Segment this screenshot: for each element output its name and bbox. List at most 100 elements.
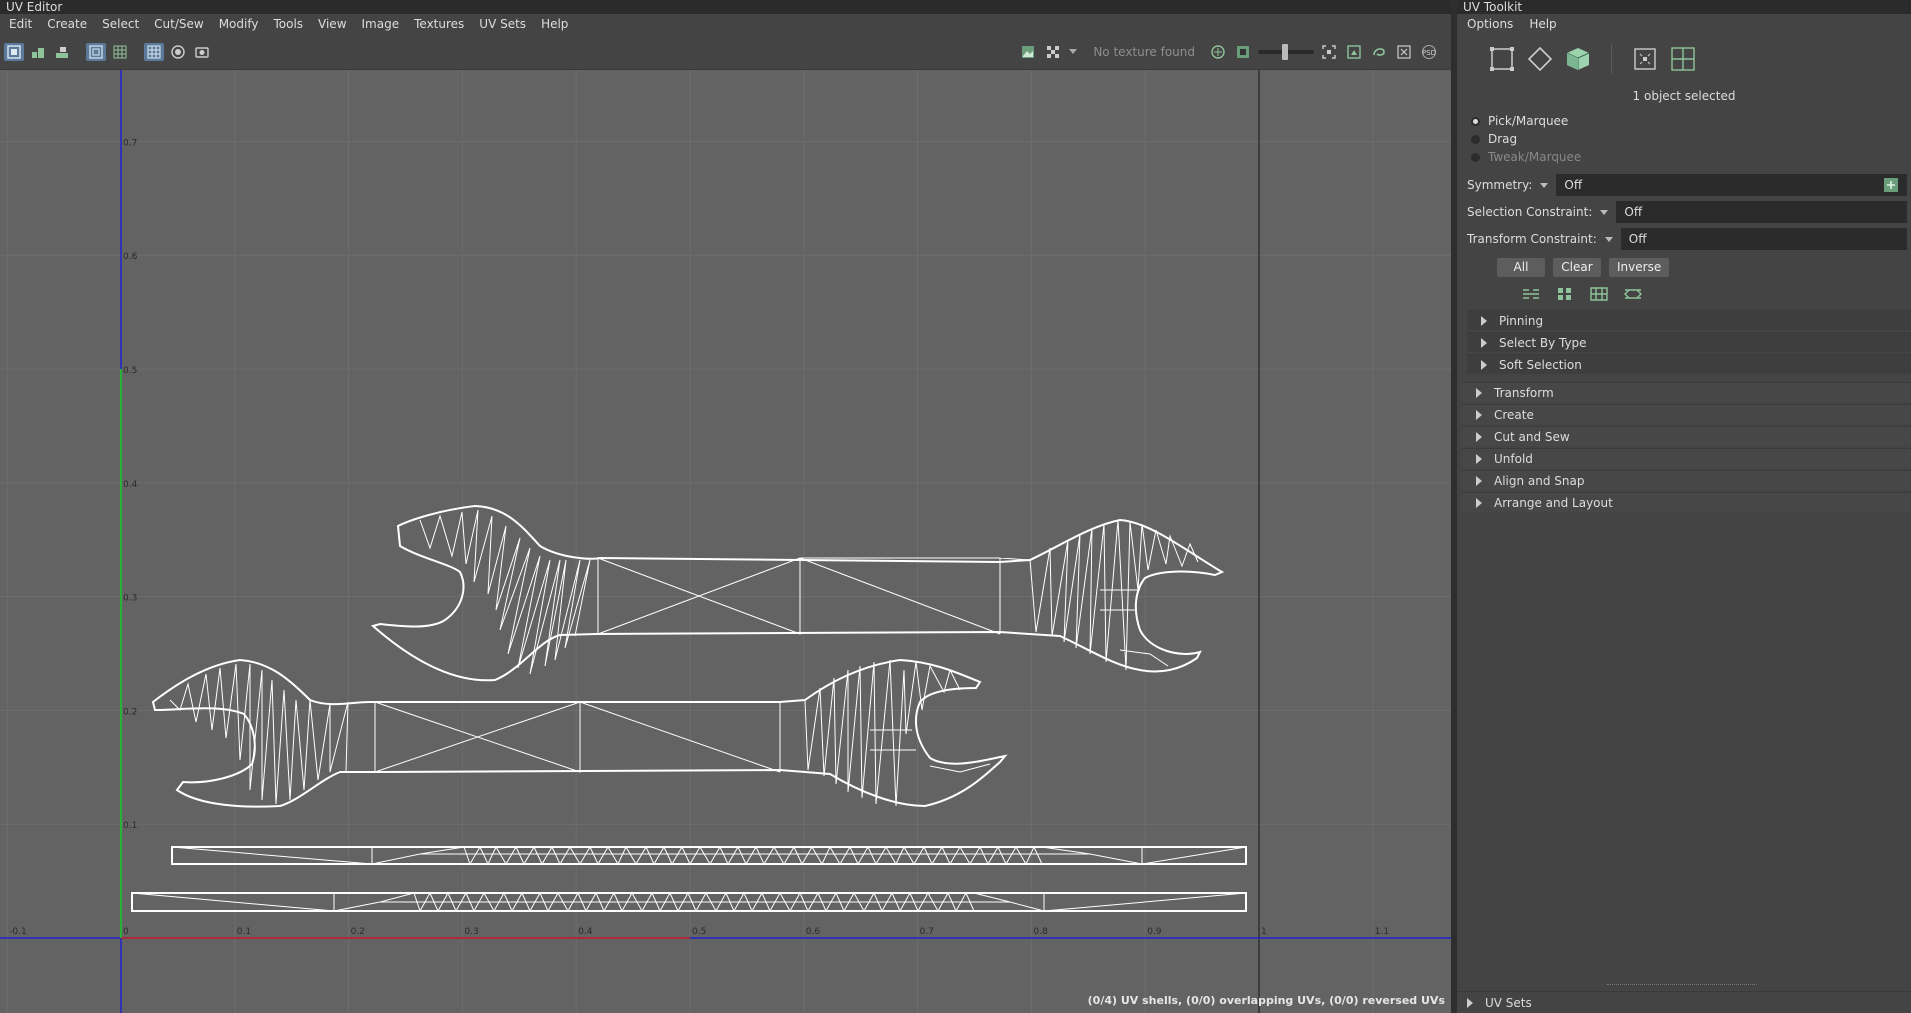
radio-pick-marquee[interactable] <box>1471 116 1480 126</box>
edge-mode-icon[interactable] <box>1525 44 1555 74</box>
expand-arrow-icon <box>1481 359 1487 370</box>
uv-mode-icon[interactable] <box>1630 44 1660 74</box>
exposure-icon[interactable] <box>1208 43 1228 61</box>
menu-options[interactable]: Options <box>1459 17 1521 31</box>
texture-grid-icon[interactable] <box>110 43 130 61</box>
gamma-slider[interactable] <box>1258 44 1314 60</box>
grid-icon[interactable] <box>144 43 164 61</box>
symmetry-dropdown-icon[interactable] <box>1540 182 1549 188</box>
uv-mesh[interactable] <box>131 504 1247 913</box>
uv-viewport[interactable]: -0.1 0 0.1 0.2 0.3 0.4 0.5 0.6 0.7 0.8 0.9 1 1.1 0.1 0… <box>0 70 1451 1013</box>
expand-arrow-icon <box>1476 497 1482 508</box>
menu-view[interactable]: View <box>311 17 354 31</box>
vertex-mode-icon[interactable] <box>1487 44 1517 74</box>
transform-constraint-field[interactable]: Off <box>1620 228 1907 250</box>
section-soft-selection[interactable]: Soft Selection <box>1467 354 1911 374</box>
checker-icon[interactable] <box>1043 43 1063 61</box>
radio-drag[interactable] <box>1471 134 1480 144</box>
panel-resize-grip[interactable] <box>1607 984 1757 985</box>
face-mode-icon[interactable] <box>1563 44 1593 74</box>
shaded-icon[interactable] <box>168 43 188 61</box>
uv-shell-wrench-lower[interactable] <box>151 658 1008 808</box>
inverse-selection-button[interactable]: Inverse <box>1609 258 1670 277</box>
uv-shell-wrench-upper[interactable] <box>370 504 1225 682</box>
dropdown-icon[interactable] <box>1068 43 1078 61</box>
transform-constraint-label: Transform Constraint: <box>1467 232 1597 246</box>
menu-select[interactable]: Select <box>95 17 147 31</box>
menu-textures[interactable]: Textures <box>407 17 472 31</box>
section-soft-selection-label: Soft Selection <box>1499 357 1582 372</box>
expand-arrow-icon <box>1476 431 1482 442</box>
tool-pick-marquee[interactable]: Pick/Marquee <box>1471 114 1568 128</box>
grow-selection-icon[interactable] <box>1521 286 1541 302</box>
lasso-icon[interactable] <box>1369 43 1389 61</box>
symmetry-field[interactable]: Off <box>1556 174 1907 196</box>
u-tick-label: 0.3 <box>464 927 478 937</box>
tool-tweak-marquee-label: Tweak/Marquee <box>1488 150 1582 164</box>
symmetry-row: Symmetry: Off <box>1467 174 1907 196</box>
psd-icon[interactable]: PSD <box>1419 43 1439 61</box>
uv-canvas[interactable]: -0.1 0 0.1 0.2 0.3 0.4 0.5 0.6 0.7 0.8 0.9 1 1.1 0.1 0… <box>0 70 1451 1013</box>
u-tick-label: 1.1 <box>1375 927 1389 937</box>
shrink-selection-icon[interactable] <box>1555 286 1575 302</box>
menu-toolkit-help[interactable]: Help <box>1521 17 1564 31</box>
menu-tools[interactable]: Tools <box>266 17 311 31</box>
image-icon[interactable] <box>1018 43 1038 61</box>
uv-shell-mode-icon[interactable] <box>1668 44 1698 74</box>
wireframe-icon[interactable] <box>86 43 106 61</box>
section-align-and-snap[interactable]: Align and Snap <box>1462 470 1911 490</box>
v-tick-label: 0.6 <box>123 252 138 262</box>
section-transform[interactable]: Transform <box>1462 382 1911 402</box>
u-tick-label: 0.9 <box>1147 927 1162 937</box>
tool-tweak-marquee: Tweak/Marquee <box>1471 150 1581 164</box>
menu-create[interactable]: Create <box>40 17 95 31</box>
select-shell-icon[interactable] <box>1589 286 1609 302</box>
menu-uv-sets[interactable]: UV Sets <box>472 17 534 31</box>
selection-constraint-dropdown-icon[interactable] <box>1600 209 1609 215</box>
symmetry-label: Symmetry: <box>1467 178 1533 192</box>
section-transform-label: Transform <box>1494 385 1554 400</box>
section-unfold[interactable]: Unfold <box>1462 448 1911 468</box>
texture-status: No texture found <box>1093 45 1195 59</box>
clear-selection-button[interactable]: Clear <box>1553 258 1601 277</box>
transform-constraint-dropdown-icon[interactable] <box>1604 236 1613 242</box>
uv-editor-title: UV Editor <box>0 0 1451 14</box>
menu-cut-sew[interactable]: Cut/Sew <box>147 17 212 31</box>
component-mode-icons <box>1487 44 1698 74</box>
menu-help[interactable]: Help <box>534 17 576 31</box>
section-create[interactable]: Create <box>1462 404 1911 424</box>
uv-shell-strip-lower[interactable] <box>131 891 1247 913</box>
tool-drag[interactable]: Drag <box>1471 132 1517 146</box>
frame-icon[interactable] <box>1344 43 1364 61</box>
uv-stack-icon[interactable] <box>52 43 72 61</box>
section-uv-sets[interactable]: UV Sets <box>1457 991 1911 1013</box>
uv-layout-icon[interactable] <box>28 43 48 61</box>
selection-count: 1 object selected <box>1632 89 1736 103</box>
gamma-slider-knob[interactable] <box>1282 44 1288 60</box>
section-arrange-and-layout[interactable]: Arrange and Layout <box>1462 492 1911 512</box>
section-unfold-label: Unfold <box>1494 451 1533 466</box>
expand-arrow-icon <box>1481 337 1487 348</box>
select-border-icon[interactable] <box>1623 286 1643 302</box>
v-tick-label: 0.7 <box>123 138 137 148</box>
selection-tool-icons <box>1521 286 1643 302</box>
uv-shell-strip-upper[interactable] <box>171 845 1247 866</box>
select-all-button[interactable]: All <box>1497 258 1545 277</box>
uv-shell-icon[interactable] <box>4 43 24 61</box>
symmetry-settings-icon[interactable] <box>1883 177 1899 193</box>
image-range-icon[interactable] <box>1233 43 1253 61</box>
isolate-icon[interactable] <box>1319 43 1339 61</box>
section-select-by-type[interactable]: Select By Type <box>1467 332 1911 352</box>
menu-modify[interactable]: Modify <box>212 17 267 31</box>
v-tick-label: 0.5 <box>123 366 137 376</box>
section-arrange-and-layout-label: Arrange and Layout <box>1494 495 1613 510</box>
snapshot-icon[interactable] <box>192 43 212 61</box>
selection-constraint-row: Selection Constraint: Off <box>1467 201 1907 223</box>
u-tick-label: 0.8 <box>1033 927 1048 937</box>
section-pinning[interactable]: Pinning <box>1467 310 1911 330</box>
close-box-icon[interactable] <box>1394 43 1414 61</box>
selection-constraint-field[interactable]: Off <box>1616 201 1907 223</box>
menu-image[interactable]: Image <box>355 17 408 31</box>
menu-edit[interactable]: Edit <box>2 17 40 31</box>
section-cut-and-sew[interactable]: Cut and Sew <box>1462 426 1911 446</box>
